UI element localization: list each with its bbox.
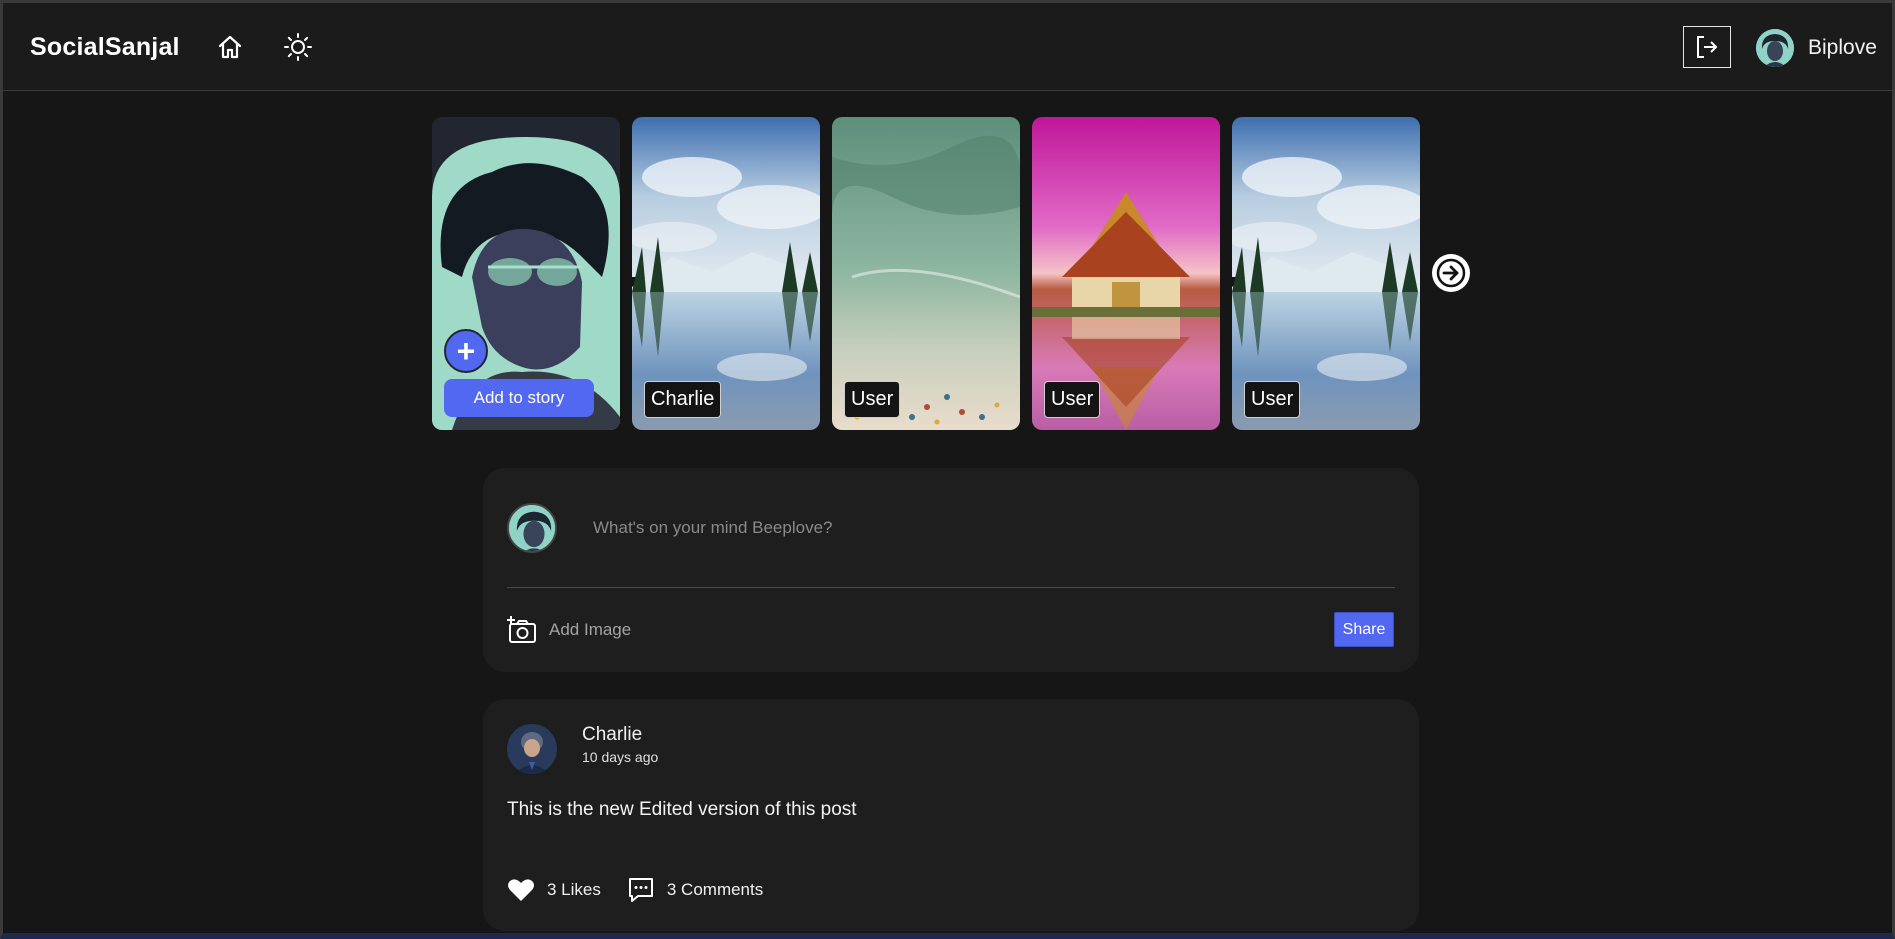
- post-text: This is the new Edited version of this p…: [507, 799, 857, 820]
- story-card[interactable]: Charlie: [632, 117, 820, 430]
- comments-count: 3 Comments: [666, 880, 764, 899]
- stories-next-button[interactable]: [1432, 254, 1470, 292]
- avatar[interactable]: [507, 724, 557, 774]
- post-actions: 3 Likes 3 Comments: [507, 876, 789, 904]
- add-story-plus-icon[interactable]: +: [444, 329, 488, 373]
- top-navbar: SocialSanjal Biplove: [3, 3, 1892, 91]
- add-image-button[interactable]: Add Image: [507, 616, 631, 644]
- user-profile-link[interactable]: Biplove: [1756, 28, 1877, 68]
- story-card[interactable]: User: [832, 117, 1020, 430]
- divider: [507, 587, 1395, 588]
- logout-icon: [1697, 36, 1718, 58]
- share-button[interactable]: Share: [1334, 612, 1394, 647]
- sun-icon[interactable]: [283, 32, 313, 62]
- story-card[interactable]: User: [1032, 117, 1220, 430]
- own-story-card[interactable]: + Add to story: [432, 117, 620, 430]
- story-label: User: [1044, 381, 1101, 418]
- post-author[interactable]: Charlie: [582, 724, 642, 746]
- story-card[interactable]: User: [1232, 117, 1420, 430]
- post-composer: Add Image Share: [483, 468, 1419, 672]
- heart-icon: [508, 879, 534, 901]
- add-image-label: Add Image: [549, 620, 632, 639]
- comments-button[interactable]: 3 Comments: [627, 876, 763, 904]
- add-to-story-button[interactable]: Add to story: [444, 379, 594, 417]
- post-timestamp: 10 days ago: [582, 749, 659, 765]
- logout-button[interactable]: [1683, 26, 1731, 68]
- avatar: [1756, 29, 1794, 67]
- comment-icon: [628, 878, 653, 902]
- user-name: Biplove: [1808, 36, 1877, 59]
- arrow-right-icon: [1436, 258, 1466, 288]
- like-button[interactable]: 3 Likes: [507, 877, 601, 903]
- post-card: Charlie 10 days ago This is the new Edit…: [483, 699, 1419, 931]
- story-label: Charlie: [644, 381, 722, 418]
- avatar: [507, 503, 557, 553]
- home-icon[interactable]: [215, 32, 245, 62]
- brand-logo[interactable]: SocialSanjal: [30, 33, 180, 62]
- likes-count: 3 Likes: [547, 880, 601, 899]
- story-label: User: [1244, 381, 1301, 418]
- story-label: User: [844, 381, 901, 418]
- post-text-input[interactable]: [593, 514, 1373, 542]
- camera-add-icon: [507, 616, 536, 643]
